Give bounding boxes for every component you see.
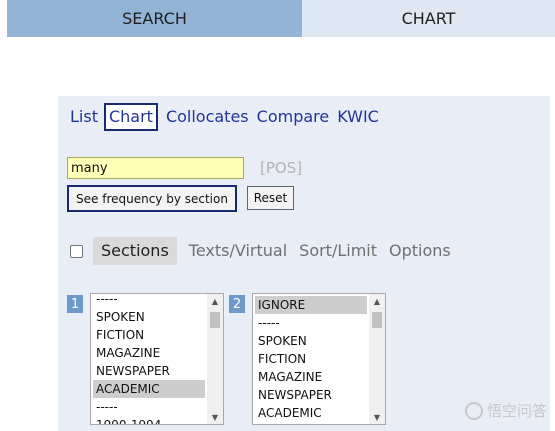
scrollbar-thumb[interactable] xyxy=(210,312,220,328)
mode-chart[interactable]: Chart xyxy=(103,103,158,131)
list-item[interactable]: FICTION xyxy=(255,350,367,368)
list-item[interactable]: SPOKEN xyxy=(93,308,205,326)
see-frequency-button[interactable]: See frequency by section xyxy=(67,185,237,212)
scroll-down-arrow-icon[interactable]: ▼ xyxy=(369,410,385,424)
tab-options[interactable]: Options xyxy=(389,237,451,265)
sections-checkbox[interactable] xyxy=(70,244,83,258)
mode-kwic[interactable]: KWIC xyxy=(337,106,379,128)
list-item[interactable]: ACADEMIC xyxy=(255,404,367,422)
list-item[interactable]: SPOKEN xyxy=(255,332,367,350)
list-item[interactable]: FICTION xyxy=(93,326,205,344)
section-1-scrollbar[interactable]: ▲ ▼ xyxy=(207,294,223,424)
list-item[interactable]: ----- xyxy=(93,398,205,416)
section-2-scrollbar[interactable]: ▲ ▼ xyxy=(369,294,385,424)
mode-compare[interactable]: Compare xyxy=(257,106,330,128)
section-2-listbox[interactable]: IGNORE ----- SPOKEN FICTION MAGAZINE NEW… xyxy=(252,293,386,425)
list-item[interactable]: MAGAZINE xyxy=(255,368,367,386)
scroll-down-arrow-icon[interactable]: ▼ xyxy=(207,410,223,424)
mode-list[interactable]: List xyxy=(70,106,98,128)
list-item-selected[interactable]: ACADEMIC xyxy=(93,380,205,398)
list-item[interactable]: 1990-1994 xyxy=(93,416,205,424)
display-mode-bar: List Chart Collocates Compare KWIC xyxy=(70,103,387,131)
reset-button[interactable]: Reset xyxy=(247,186,294,210)
scroll-up-arrow-icon[interactable]: ▲ xyxy=(207,294,223,308)
list-item[interactable]: NEWSPAPER xyxy=(93,362,205,380)
watermark: 悟空问答 xyxy=(464,400,547,421)
list-item[interactable]: MAGAZINE xyxy=(93,344,205,362)
tab-search[interactable]: SEARCH xyxy=(7,0,302,37)
word-search-input[interactable] xyxy=(67,157,244,179)
scroll-up-arrow-icon[interactable]: ▲ xyxy=(369,294,385,308)
mode-collocates[interactable]: Collocates xyxy=(166,106,249,128)
list-item[interactable]: NEWSPAPER xyxy=(255,386,367,404)
watermark-text: 悟空问答 xyxy=(486,402,547,420)
section-2-badge: 2 xyxy=(229,295,245,313)
options-tab-row: Sections Texts/Virtual Sort/Limit Option… xyxy=(70,237,463,265)
chat-bubble-icon xyxy=(464,401,483,420)
list-item[interactable]: ----- xyxy=(93,294,205,308)
list-item[interactable]: ----- xyxy=(255,314,367,332)
tab-sections[interactable]: Sections xyxy=(93,237,177,265)
scrollbar-thumb[interactable] xyxy=(372,312,382,328)
top-tab-bar: SEARCH CHART xyxy=(7,0,555,37)
section-1-badge: 1 xyxy=(67,295,83,313)
pos-link[interactable]: [POS] xyxy=(260,159,302,177)
list-item-selected[interactable]: IGNORE xyxy=(255,296,367,314)
section-1-listbox[interactable]: ----- SPOKEN FICTION MAGAZINE NEWSPAPER … xyxy=(90,293,224,425)
tab-texts-virtual[interactable]: Texts/Virtual xyxy=(189,237,287,265)
tab-sort-limit[interactable]: Sort/Limit xyxy=(299,237,377,265)
tab-chart[interactable]: CHART xyxy=(302,0,555,37)
